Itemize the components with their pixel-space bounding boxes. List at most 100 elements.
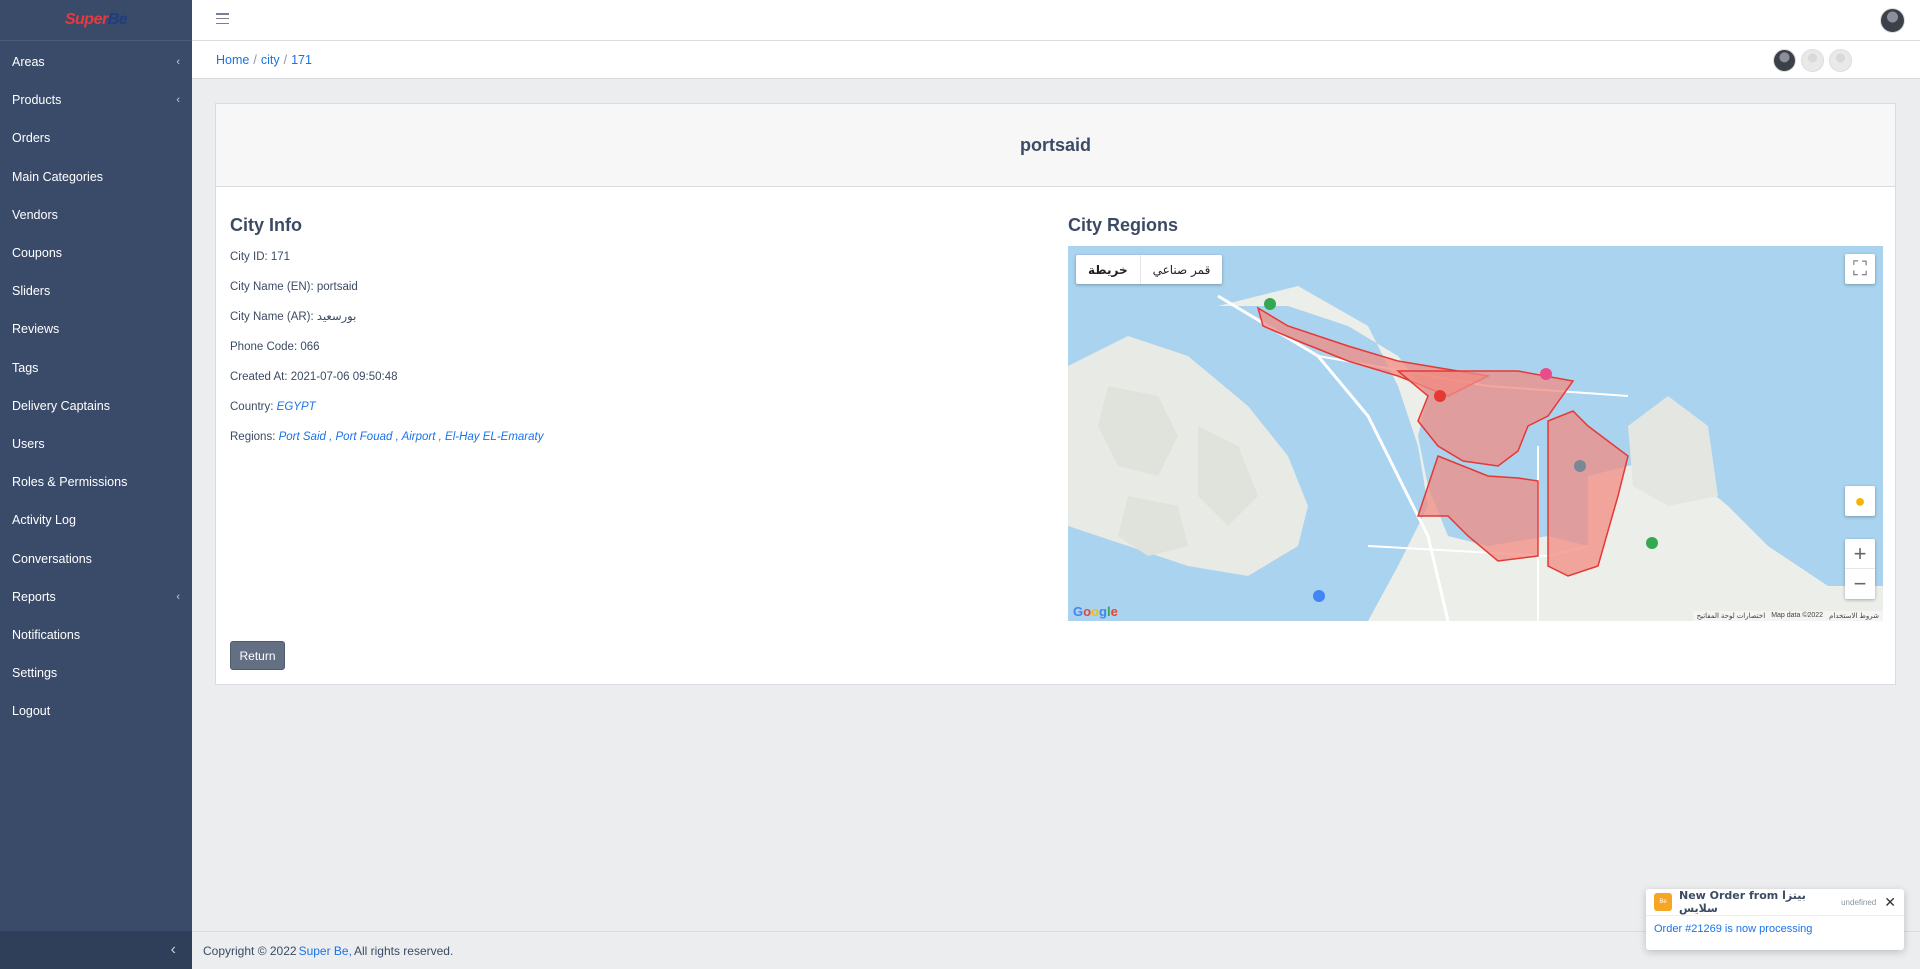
sidebar-item-label: Conversations <box>12 551 92 566</box>
brand-logo[interactable]: SuperBe <box>0 0 192 41</box>
chevron-left-icon: ‹ <box>176 590 180 603</box>
city-info-heading: City Info <box>230 215 302 235</box>
map-type-control: خريطة قمر صناعي <box>1076 255 1223 284</box>
breadcrumb-city-link[interactable]: city <box>261 53 280 67</box>
sidebar-item-notifications[interactable]: Notifications <box>0 616 192 654</box>
sidebar-item-label: Products <box>12 93 62 108</box>
breadcrumb: Home / city / 171 <box>192 41 1920 79</box>
sidebar-item-areas[interactable]: Areas ‹ <box>0 43 192 81</box>
sidebar-item-label: Reviews <box>12 322 60 337</box>
terms-link[interactable]: شروط الاستخدام <box>1829 612 1879 620</box>
sidebar-item-settings[interactable]: Settings <box>0 654 192 692</box>
sidebar-item-label: Notifications <box>12 627 81 642</box>
sidebar-item-delivery-captains[interactable]: Delivery Captains <box>0 387 192 425</box>
sidebar-item-label: Vendors <box>12 207 58 222</box>
sidebar-item-label: Roles & Permissions <box>12 475 128 490</box>
region-separator: , <box>392 431 402 443</box>
breadcrumb-id-link[interactable]: 171 <box>291 53 312 67</box>
sidebar-item-sliders[interactable]: Sliders <box>0 272 192 310</box>
phone-code: Phone Code: 066 <box>230 341 320 353</box>
sidebar-item-label: Logout <box>12 704 51 719</box>
region-separator: , <box>435 431 446 443</box>
country-label: Country: <box>230 401 274 413</box>
sidebar-item-main-categories[interactable]: Main Categories <box>0 158 192 196</box>
hamburger-menu-icon[interactable] <box>216 13 229 24</box>
sidebar-item-conversations[interactable]: Conversations <box>0 539 192 577</box>
map-canvas <box>1068 286 1883 621</box>
toast-logo: Be <box>1654 893 1672 911</box>
sidebar-item-products[interactable]: Products ‹ <box>0 81 192 119</box>
sidebar-nav: Areas ‹ Products ‹ Orders Main Categories Vend… <box>0 41 192 730</box>
sidebar-item-label: Reports <box>12 589 56 604</box>
sidebar-item-tags[interactable]: Tags <box>0 349 192 387</box>
sidebar-item-reports[interactable]: Reports ‹ <box>0 578 192 616</box>
toast-body[interactable]: Order #21269 is now processing <box>1646 916 1904 942</box>
chevron-left-icon: ‹ <box>170 941 176 958</box>
sidebar-item-users[interactable]: Users <box>0 425 192 463</box>
sidebar-item-coupons[interactable]: Coupons <box>0 234 192 272</box>
breadcrumb-separator: / <box>253 52 257 67</box>
map-data-text: Map data ©2022 <box>1771 612 1824 619</box>
new-order-toast[interactable]: Be New Order from بيتزا سلايس undefined … <box>1646 889 1904 950</box>
avatar[interactable] <box>1773 49 1796 72</box>
city-card: portsaid City Info City ID: 171 City Nam… <box>215 103 1896 685</box>
region-link[interactable]: Port Fouad <box>336 431 393 443</box>
region-link[interactable]: Port Said <box>279 431 326 443</box>
regions-row: Regions: Port Said , Port Fouad , Airpor… <box>230 429 1030 459</box>
zoom-control: + − <box>1845 539 1875 599</box>
regions-label: Regions: <box>230 431 276 443</box>
created-at: Created At: 2021-07-06 09:50:48 <box>230 371 398 383</box>
card-header: portsaid <box>216 104 1895 187</box>
sidebar: SuperBe Areas ‹ Products ‹ Orders Main Catego… <box>0 0 192 969</box>
sidebar-item-label: Delivery Captains <box>12 398 110 413</box>
city-regions-heading: City Regions <box>1068 215 1179 235</box>
country-row: Country: EGYPT <box>230 399 1030 429</box>
chevron-left-icon: ‹ <box>176 56 180 69</box>
sidebar-item-activity-log[interactable]: Activity Log <box>0 501 192 539</box>
top-header <box>192 0 1920 41</box>
zoom-in-button[interactable]: + <box>1845 539 1875 569</box>
regions-map[interactable]: خريطة قمر صناعي ⛶ ● + − Google اختصارات … <box>1068 246 1883 621</box>
sidebar-item-label: Areas <box>12 55 45 70</box>
city-regions-section: City Regions خريطة قمر صناعي ⛶ ● + − Goo… <box>1068 215 1883 621</box>
toast-time: undefined <box>1841 897 1877 907</box>
keyboard-shortcuts-link[interactable]: اختصارات لوحة المفاتيح <box>1697 612 1766 620</box>
avatar[interactable] <box>1801 49 1824 72</box>
sidebar-item-label: Coupons <box>12 246 63 261</box>
footer-rights: All rights reserved. <box>353 943 454 958</box>
sidebar-minimize-button[interactable]: ‹ <box>0 931 192 969</box>
user-avatar[interactable] <box>1880 8 1905 33</box>
region-link[interactable]: El-Hay EL-Emaraty <box>445 431 543 443</box>
sidebar-item-roles-permissions[interactable]: Roles & Permissions <box>0 463 192 501</box>
breadcrumb-home-link[interactable]: Home <box>216 53 249 67</box>
zoom-out-button[interactable]: − <box>1845 569 1875 599</box>
footer-brand-link[interactable]: Super Be, <box>299 944 352 958</box>
sidebar-item-label: Main Categories <box>12 169 104 184</box>
toast-header: Be New Order from بيتزا سلايس undefined … <box>1646 889 1904 916</box>
street-view-pegman-icon[interactable]: ● <box>1845 486 1875 516</box>
brand-name-red: Super <box>64 11 108 28</box>
country-link[interactable]: EGYPT <box>277 401 316 413</box>
sidebar-item-reviews[interactable]: Reviews <box>0 310 192 348</box>
sidebar-item-label: Tags <box>12 360 39 375</box>
google-logo[interactable]: Google <box>1073 604 1118 619</box>
map-type-satellite-button[interactable]: قمر صناعي <box>1141 255 1223 284</box>
return-button[interactable]: Return <box>230 641 285 670</box>
map-type-map-button[interactable]: خريطة <box>1076 255 1141 284</box>
sidebar-item-label: Activity Log <box>12 513 76 528</box>
chevron-left-icon: ‹ <box>176 94 180 107</box>
toast-title: New Order from بيتزا سلايس <box>1679 889 1806 915</box>
page-title: portsaid <box>1019 134 1091 155</box>
avatar[interactable] <box>1829 49 1852 72</box>
online-users <box>1773 49 1852 72</box>
sidebar-item-vendors[interactable]: Vendors <box>0 196 192 234</box>
breadcrumb-separator: / <box>283 52 288 67</box>
region-separator: , <box>325 431 336 443</box>
close-icon[interactable]: ✕ <box>1884 894 1896 911</box>
region-link[interactable]: Airport <box>402 431 436 443</box>
fullscreen-icon[interactable]: ⛶ <box>1845 254 1875 284</box>
city-name-en: City Name (EN): portsaid <box>230 281 358 293</box>
sidebar-item-orders[interactable]: Orders <box>0 119 192 157</box>
sidebar-item-logout[interactable]: Logout <box>0 692 192 730</box>
footer-copyright: Copyright © 2022 <box>203 943 297 958</box>
